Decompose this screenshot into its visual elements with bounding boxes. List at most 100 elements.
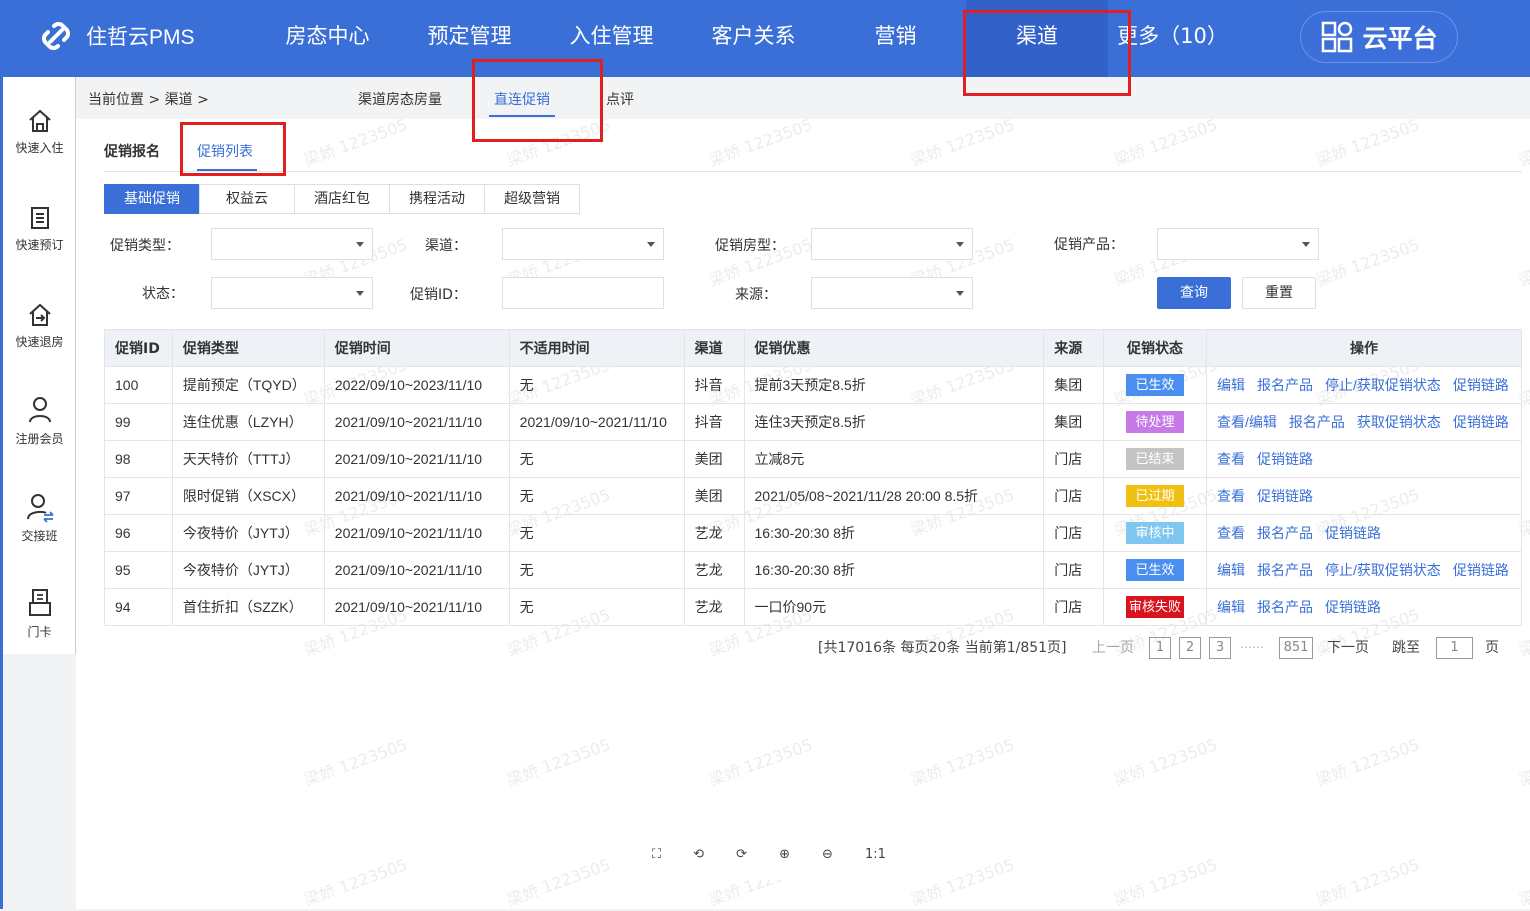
app-logo[interactable]: 住哲云PMS	[36, 16, 195, 56]
tab-ctrip-activity[interactable]: 携程活动	[389, 184, 485, 214]
next-page-link[interactable]: 下一页	[1327, 637, 1369, 657]
product-label: 促销产品：	[1054, 237, 1124, 253]
nav-room-status[interactable]: 房态中心	[270, 0, 385, 77]
page-unit-label: 页	[1485, 640, 1499, 656]
cell-source: 门店	[1043, 588, 1105, 626]
room-type-select[interactable]	[811, 228, 973, 260]
action-link[interactable]: 查看/编辑	[1217, 414, 1277, 430]
cell-channel: 艺龙	[683, 514, 745, 552]
cell-offer: 16:30-20:30 8折	[743, 514, 1045, 552]
tab-basic-promo[interactable]: 基础促销	[104, 184, 200, 214]
cell-actions: 查看 促销链路	[1205, 477, 1523, 515]
cell-offer: 16:30-20:30 8折	[743, 551, 1045, 589]
action-link[interactable]: 编辑	[1217, 377, 1245, 393]
page-3-button[interactable]: 3	[1209, 637, 1231, 659]
cell-actions: 查看/编辑 报名产品 获取促销状态 促销链路	[1205, 403, 1523, 441]
cell-type: 天天特价（TTTJ）	[171, 440, 325, 478]
sidebar-label: 注册会员	[15, 432, 64, 446]
chain-link-icon	[42, 22, 70, 50]
action-link[interactable]: 促销链路	[1453, 562, 1509, 578]
action-link[interactable]: 促销链路	[1453, 377, 1509, 393]
tab-super-marketing[interactable]: 超级营销	[484, 184, 580, 214]
cell-time: 2021/09/10~2021/11/10	[323, 403, 510, 441]
action-link[interactable]: 停止/获取促销状态	[1325, 377, 1441, 393]
subtab-review[interactable]: 点评	[606, 89, 634, 109]
quick-sidebar: 快速入住 快速预订 快速退房 注册会员 交接班 门卡	[0, 77, 76, 909]
sidebar-room-card[interactable]: 门卡	[3, 587, 76, 640]
tab-promo-signup[interactable]: 促销报名	[104, 141, 160, 161]
sidebar-quick-checkin[interactable]: 快速入住	[3, 107, 76, 156]
cell-actions: 查看 促销链路	[1205, 440, 1523, 478]
actual-size-icon[interactable]: 1:1	[865, 847, 886, 862]
action-link[interactable]: 查看	[1217, 451, 1245, 467]
sidebar-label: 快速退房	[15, 335, 64, 349]
nav-customer[interactable]: 客户关系	[696, 0, 811, 77]
jump-label: 跳至	[1392, 640, 1420, 656]
zoom-in-icon[interactable]: ⊕	[779, 847, 790, 862]
last-page-button[interactable]: 851	[1279, 637, 1313, 659]
cell-excl: 无	[508, 440, 685, 478]
table-row: 96 今夜特价（JYTJ） 2021/09/10~2021/11/10 无艺龙 16:3…	[104, 514, 1523, 552]
cell-excl: 无	[508, 477, 685, 515]
action-link[interactable]: 停止/获取促销状态	[1325, 562, 1441, 578]
user-swap-icon	[26, 494, 54, 523]
cell-type: 连住优惠（LZYH）	[171, 403, 325, 441]
cell-type: 今夜特价（JYTJ）	[171, 514, 325, 552]
action-link[interactable]: 编辑	[1217, 562, 1245, 578]
cell-id: 97	[104, 477, 173, 515]
annotation-box-channel	[963, 10, 1131, 96]
tab-rights-cloud[interactable]: 权益云	[199, 184, 295, 214]
action-link[interactable]: 报名产品	[1257, 525, 1313, 541]
action-link[interactable]: 促销链路	[1257, 451, 1313, 467]
cell-offer: 2021/05/08~2021/11/28 20:00 8.5折	[743, 477, 1045, 515]
watermark-text: 梁娇 1223505	[706, 114, 815, 170]
annotation-box-promo-list	[180, 122, 286, 176]
cell-source: 门店	[1043, 551, 1105, 589]
status-select[interactable]	[211, 277, 373, 309]
cell-source: 门店	[1043, 514, 1105, 552]
sidebar-register-member[interactable]: 注册会员	[3, 394, 76, 447]
source-select[interactable]	[811, 277, 973, 309]
promo-id-input[interactable]	[502, 277, 664, 309]
cell-status: 已结束	[1103, 440, 1207, 478]
action-link[interactable]: 获取促销状态	[1357, 414, 1441, 430]
watermark-text: 梁娇 1223505	[301, 114, 410, 170]
nav-more[interactable]: 更多（10）	[1115, 0, 1230, 77]
sidebar-shift-handover[interactable]: 交接班	[3, 491, 76, 544]
cell-excl: 无	[508, 588, 685, 626]
table-row: 97 限时促销（XSCX） 2021/09/10~2021/11/10 无美团 2021…	[104, 477, 1523, 515]
action-link[interactable]: 促销链路	[1257, 488, 1313, 504]
fullscreen-icon[interactable]: ⛶	[652, 847, 661, 862]
rotate-left-icon[interactable]: ⟲	[693, 847, 704, 862]
page-1-button[interactable]: 1	[1149, 637, 1171, 659]
watermark-text: 梁娇 1223505	[1516, 235, 1530, 290]
action-link[interactable]: 促销链路	[1325, 525, 1381, 541]
product-select[interactable]	[1157, 228, 1319, 260]
subtab-room-inventory[interactable]: 渠道房态房量	[358, 89, 442, 109]
cell-channel: 艺龙	[683, 588, 745, 626]
prev-page-link[interactable]: 上一页	[1092, 637, 1134, 657]
action-link[interactable]: 查看	[1217, 525, 1245, 541]
jump-page-input[interactable]: 1	[1436, 637, 1473, 659]
promo-type-select[interactable]	[211, 228, 373, 260]
reset-button[interactable]: 重置	[1242, 277, 1316, 309]
cell-source: 集团	[1043, 366, 1105, 404]
zoom-out-icon[interactable]: ⊖	[822, 847, 833, 862]
tab-hotel-redpacket[interactable]: 酒店红包	[294, 184, 390, 214]
action-link[interactable]: 报名产品	[1257, 599, 1313, 615]
action-link[interactable]: 查看	[1217, 488, 1245, 504]
sidebar-quick-booking[interactable]: 快速预订	[3, 204, 76, 253]
action-link[interactable]: 报名产品	[1289, 414, 1345, 430]
action-link[interactable]: 促销链路	[1325, 599, 1381, 615]
nav-marketing[interactable]: 营销	[838, 0, 953, 77]
action-link[interactable]: 报名产品	[1257, 562, 1313, 578]
rotate-right-icon[interactable]: ⟳	[736, 847, 747, 862]
action-link[interactable]: 编辑	[1217, 599, 1245, 615]
query-button[interactable]: 查询	[1157, 277, 1231, 309]
cloud-platform-button[interactable]: 云平台	[1300, 11, 1458, 63]
channel-select[interactable]	[502, 228, 664, 260]
page-2-button[interactable]: 2	[1179, 637, 1201, 659]
action-link[interactable]: 促销链路	[1453, 414, 1509, 430]
action-link[interactable]: 报名产品	[1257, 377, 1313, 393]
sidebar-quick-checkout[interactable]: 快速退房	[3, 301, 76, 350]
